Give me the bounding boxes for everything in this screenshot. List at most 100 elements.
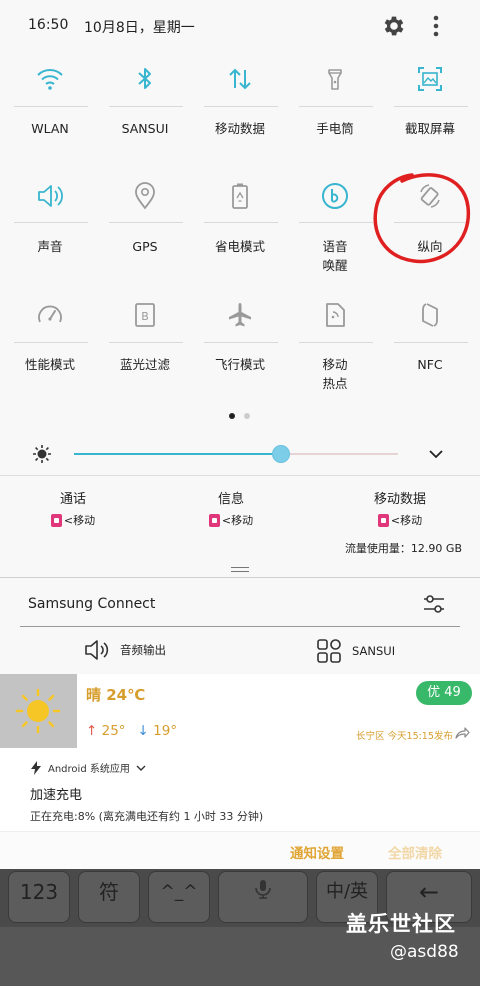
audio-output-label: 音频输出 — [120, 643, 166, 657]
arrow-down-icon: ↓ — [137, 723, 149, 739]
share-icon[interactable] — [454, 726, 470, 740]
tile-bluetooth[interactable]: SANSUI — [97, 60, 193, 150]
usage-message[interactable]: 信息 <移动 — [198, 488, 264, 528]
notification-title: 加速充电 — [30, 788, 83, 803]
airplane-icon — [229, 303, 251, 327]
date: 10月8日，星期一 — [84, 20, 195, 36]
blue-light-icon: B — [135, 303, 155, 327]
arrow-up-icon: ↑ — [86, 723, 98, 739]
notification-app: Android 系统应用 — [48, 764, 130, 775]
usage-title: 通话 — [59, 492, 86, 507]
tile-nfc[interactable]: NFC — [382, 298, 478, 398]
sun-icon — [15, 688, 61, 734]
tile-performance[interactable]: 性能模式 — [2, 298, 98, 398]
gear-icon[interactable] — [381, 13, 407, 39]
microphone-icon — [255, 880, 271, 899]
tile-label: WLAN — [31, 121, 69, 136]
wifi-icon — [37, 69, 63, 90]
tile-label: 手电筒 — [316, 121, 354, 136]
notification-body: 正在充电:8% (离充满电还有约 1 小时 33 分钟) — [30, 810, 264, 823]
location-icon — [135, 182, 155, 210]
usage-call[interactable]: 通话 <移动 — [40, 488, 106, 528]
page-dot[interactable] — [244, 413, 250, 419]
drag-handle[interactable] — [231, 567, 249, 572]
hotspot-icon — [326, 303, 345, 327]
charging-notification[interactable]: Android 系统应用 加速充电 正在充电:8% (离充满电还有约 1 小时 … — [0, 748, 480, 831]
usage-title: 移动数据 — [373, 492, 426, 507]
device-label: SANSUI — [352, 644, 396, 658]
page-dot-active[interactable] — [229, 413, 235, 419]
temp-high: ↑ 25° — [86, 723, 126, 739]
screenshot-icon — [418, 67, 442, 91]
usage-sim: <移动 — [63, 514, 96, 527]
sim-icon — [208, 513, 220, 527]
sliders-icon[interactable] — [422, 593, 446, 615]
tile-label: GPS — [132, 239, 158, 254]
tile-hotspot[interactable]: 移动 热点 — [287, 298, 383, 398]
usage-sim: <移动 — [221, 514, 254, 527]
nfc-icon — [422, 303, 438, 327]
bluetooth-icon — [138, 68, 151, 89]
status-bar: 16:50 10月8日，星期一 — [0, 0, 480, 52]
tile-gps[interactable]: GPS — [97, 178, 193, 278]
svg-text:B: B — [141, 310, 149, 323]
battery-saver-icon — [232, 183, 248, 209]
more-options-icon[interactable] — [426, 13, 446, 39]
sim-icon — [50, 513, 62, 527]
publish-time: 长宁区 今天15:15发布 — [356, 731, 453, 742]
speaker-icon — [85, 640, 109, 660]
flashlight-icon — [328, 69, 342, 90]
connect-title[interactable]: Samsung Connect — [28, 596, 155, 612]
usage-data[interactable]: 移动数据 <移动 — [360, 488, 440, 528]
brightness-fill — [74, 453, 282, 455]
notification-settings-button[interactable]: 通知设置 — [290, 842, 344, 862]
tile-label: 移动 热点 — [322, 357, 348, 391]
sim-icon — [377, 513, 389, 527]
bixby-icon — [322, 183, 348, 209]
tile-wlan[interactable]: WLAN — [2, 60, 98, 150]
tile-label: 性能模式 — [24, 357, 75, 372]
weather-image — [0, 674, 77, 748]
temp-low: ↓ 19° — [137, 723, 178, 739]
watermark-user: @asd88 — [390, 942, 459, 962]
tile-flashlight[interactable]: 手电筒 — [287, 60, 383, 150]
page-indicator — [0, 413, 480, 421]
key-emoticon[interactable]: ^_^ — [148, 871, 210, 923]
mobile-data-icon — [229, 68, 251, 90]
tile-label: 截取屏幕 — [404, 121, 455, 136]
tile-label: 声音 — [37, 239, 63, 254]
chevron-down-icon[interactable] — [136, 764, 146, 772]
brightness-row — [0, 440, 480, 468]
tile-blue-light[interactable]: B 蓝光过滤 — [97, 298, 193, 398]
tile-mobile-data[interactable]: 移动数据 — [192, 60, 288, 150]
key-symbols[interactable]: 符 — [78, 871, 140, 923]
performance-icon — [38, 305, 62, 323]
weather-card[interactable]: 晴 24℃ 优 49 ↑ 25° ↓ 19° 长宁区 今天15:15发布 — [0, 674, 480, 748]
tile-label: 省电模式 — [214, 239, 265, 254]
samsung-connect-panel: Samsung Connect 音频输出 SANSUI — [0, 578, 480, 674]
usage-title: 信息 — [217, 492, 244, 507]
usage-sim: <移动 — [390, 514, 423, 527]
aqi-badge: 优 49 — [416, 681, 472, 705]
key-space[interactable] — [218, 871, 308, 923]
watermark-title: 盖乐世社区 — [346, 912, 456, 936]
annotation-circle — [373, 173, 471, 264]
brightness-thumb[interactable] — [272, 445, 291, 463]
tile-label: 飞行模式 — [214, 357, 265, 372]
chevron-down-icon[interactable] — [428, 447, 444, 461]
tile-power-saving[interactable]: 省电模式 — [192, 178, 288, 278]
device-button[interactable]: SANSUI — [316, 638, 395, 664]
weather-condition: 晴 24℃ — [86, 686, 146, 704]
devices-grid-icon — [317, 639, 341, 663]
tile-label: 移动数据 — [214, 121, 265, 136]
tile-screenshot[interactable]: 截取屏幕 — [382, 60, 478, 150]
tile-airplane[interactable]: 飞行模式 — [192, 298, 288, 398]
clear-all-button[interactable]: 全部清除 — [388, 842, 442, 862]
audio-output-button[interactable]: 音频输出 — [84, 638, 166, 662]
sound-icon — [38, 185, 63, 207]
brightness-slider[interactable] — [74, 445, 398, 463]
tile-sound[interactable]: 声音 — [2, 178, 98, 278]
key-123[interactable]: 123 — [8, 871, 70, 923]
notification-actions: 通知设置 全部清除 — [0, 831, 480, 869]
lightning-icon — [31, 760, 41, 775]
